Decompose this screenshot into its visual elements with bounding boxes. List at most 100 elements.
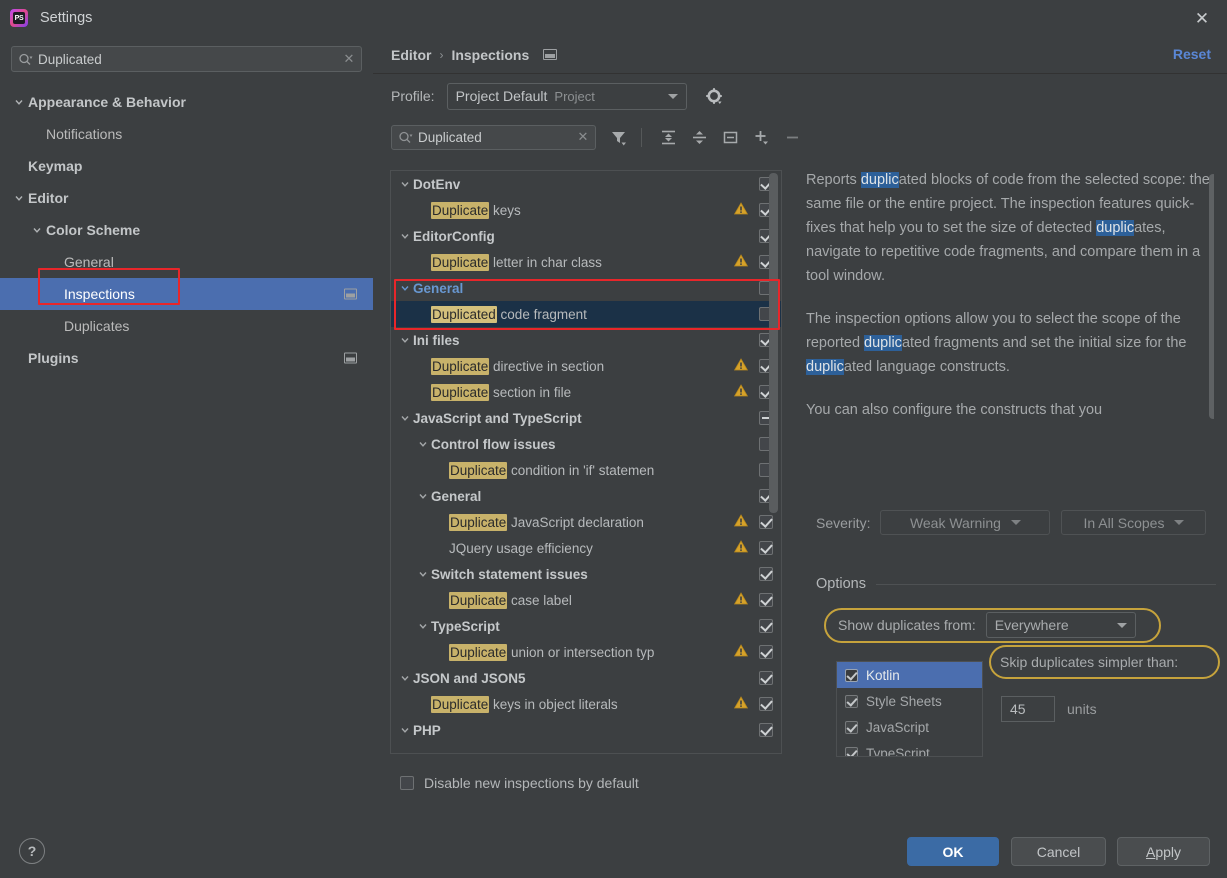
profile-scope: Project [554, 88, 595, 104]
breadcrumb-root[interactable]: Editor [391, 47, 431, 63]
sidebar-item-keymap[interactable]: Keymap [0, 150, 373, 182]
chevron-down-icon[interactable] [397, 231, 413, 241]
language-item-typescript[interactable]: TypeScript [837, 740, 982, 756]
warning-icon [733, 644, 749, 660]
inspection-row-json-and-json5[interactable]: JSON and JSON5 [391, 665, 781, 691]
severity-scope-dropdown[interactable]: In All Scopes [1061, 510, 1207, 535]
inspection-checkbox[interactable] [759, 593, 773, 607]
inspection-row-general[interactable]: General [391, 275, 781, 301]
inspection-checkbox[interactable] [759, 515, 773, 529]
sidebar-item-appearance-behavior[interactable]: Appearance & Behavior [0, 86, 373, 118]
sidebar-item-inspections[interactable]: Inspections [0, 278, 373, 310]
inspection-checkbox[interactable] [759, 697, 773, 711]
sidebar-item-editor[interactable]: Editor [0, 182, 373, 214]
inspection-checkbox[interactable] [759, 671, 773, 685]
inspection-search-input[interactable]: Duplicated ✕ [391, 124, 596, 150]
window-mode-icon[interactable] [543, 49, 558, 60]
chevron-down-icon [1116, 623, 1127, 628]
disable-new-inspections-checkbox[interactable] [400, 776, 414, 790]
chevron-down-icon[interactable] [415, 569, 431, 579]
help-icon[interactable]: ? [19, 838, 45, 864]
cancel-button[interactable]: Cancel [1011, 837, 1106, 866]
inspection-row-general[interactable]: General [391, 483, 781, 509]
add-icon[interactable] [747, 124, 775, 150]
expand-all-icon[interactable] [654, 124, 682, 150]
inspection-row-duplicate-condition-in-if-statemen[interactable]: Duplicate condition in 'if' statemen [391, 457, 781, 483]
apply-button[interactable]: Apply [1117, 837, 1210, 866]
chevron-down-icon[interactable] [397, 179, 413, 189]
chevron-down-icon[interactable] [415, 491, 431, 501]
inspection-row-switch-statement-issues[interactable]: Switch statement issues [391, 561, 781, 587]
chevron-down-icon[interactable] [28, 225, 46, 235]
close-icon[interactable]: ✕ [1185, 4, 1219, 32]
ok-button[interactable]: OK [907, 837, 999, 866]
sidebar-item-general[interactable]: General [0, 246, 373, 278]
filter-icon[interactable] [604, 124, 632, 150]
profile-dropdown[interactable]: Project Default Project [446, 82, 687, 110]
clear-icon[interactable]: ✕ [337, 51, 361, 67]
inspection-row-javascript-and-typescript[interactable]: JavaScript and TypeScript [391, 405, 781, 431]
inspection-row-editorconfig[interactable]: EditorConfig [391, 223, 781, 249]
inspection-checkbox[interactable] [759, 645, 773, 659]
inspection-checkbox[interactable] [759, 541, 773, 555]
window-mode-icon[interactable] [344, 288, 357, 300]
chevron-down-icon[interactable] [397, 673, 413, 683]
inspection-tree[interactable]: DotEnv Duplicate keys EditorConfig Duplicat… [390, 170, 782, 754]
search-icon [12, 53, 38, 66]
skip-duplicates-input[interactable]: 45 [1001, 696, 1055, 722]
inspection-row-duplicate-letter-in-char-class[interactable]: Duplicate letter in char class [391, 249, 781, 275]
severity-dropdown[interactable]: Weak Warning [880, 510, 1051, 535]
inspection-checkbox[interactable] [759, 723, 773, 737]
language-checkbox[interactable] [845, 720, 858, 734]
inspection-row-duplicate-directive-in-section[interactable]: Duplicate directive in section [391, 353, 781, 379]
chevron-down-icon[interactable] [397, 283, 413, 293]
inspection-row-typescript[interactable]: TypeScript [391, 613, 781, 639]
language-item-kotlin[interactable]: Kotlin [837, 662, 982, 688]
title-bar: PS Settings ✕ [0, 0, 1227, 36]
inspection-row-duplicate-case-label[interactable]: Duplicate case label [391, 587, 781, 613]
language-checkbox[interactable] [845, 668, 858, 682]
inspection-row-jquery-usage-efficiency[interactable]: JQuery usage efficiency [391, 535, 781, 561]
reset-link[interactable]: Reset [1173, 46, 1211, 62]
inspection-tree-scrollbar[interactable] [769, 173, 778, 513]
language-item-javascript[interactable]: JavaScript [837, 714, 982, 740]
chevron-down-icon[interactable] [397, 413, 413, 423]
chevron-down-icon[interactable] [397, 335, 413, 345]
clear-icon[interactable]: ✕ [571, 129, 595, 145]
disable-new-inspections-row[interactable]: Disable new inspections by default [400, 775, 639, 791]
chevron-down-icon[interactable] [415, 439, 431, 449]
description-scrollbar[interactable] [1209, 174, 1214, 419]
language-checkbox[interactable] [845, 694, 858, 708]
inspection-row-duplicate-keys-in-object-literals[interactable]: Duplicate keys in object literals [391, 691, 781, 717]
inspection-row-php[interactable]: PHP [391, 717, 781, 743]
sidebar-item-notifications[interactable]: Notifications [0, 118, 373, 150]
remove-icon[interactable] [778, 124, 806, 150]
collapse-all-icon[interactable] [685, 124, 713, 150]
inspection-row-control-flow-issues[interactable]: Control flow issues [391, 431, 781, 457]
search-input[interactable]: Duplicated ✕ [11, 46, 362, 72]
group-by-icon[interactable] [716, 124, 744, 150]
inspection-row-duplicate-keys[interactable]: Duplicate keys [391, 197, 781, 223]
inspection-label: Duplicate section in file [431, 383, 572, 401]
inspection-row-ini-files[interactable]: Ini files [391, 327, 781, 353]
inspection-row-duplicated-code-fragment[interactable]: Duplicated code fragment [391, 301, 781, 327]
show-duplicates-dropdown[interactable]: Everywhere [985, 612, 1136, 638]
sidebar-item-color-scheme[interactable]: Color Scheme [0, 214, 373, 246]
language-item-style-sheets[interactable]: Style Sheets [837, 688, 982, 714]
language-list[interactable]: Kotlin Style Sheets JavaScript TypeScript [836, 661, 983, 757]
chevron-down-icon[interactable] [397, 725, 413, 735]
inspection-row-dotenv[interactable]: DotEnv [391, 171, 781, 197]
chevron-down-icon[interactable] [415, 621, 431, 631]
inspection-row-duplicate-union-or-intersection-typ[interactable]: Duplicate union or intersection typ [391, 639, 781, 665]
inspection-row-duplicate-javascript-declaration[interactable]: Duplicate JavaScript declaration [391, 509, 781, 535]
chevron-down-icon[interactable] [10, 97, 28, 107]
inspection-row-duplicate-section-in-file[interactable]: Duplicate section in file [391, 379, 781, 405]
language-checkbox[interactable] [845, 746, 858, 756]
gear-icon[interactable] [704, 85, 726, 107]
window-mode-icon[interactable] [344, 352, 357, 364]
inspection-checkbox[interactable] [759, 567, 773, 581]
inspection-checkbox[interactable] [759, 619, 773, 633]
sidebar-item-plugins[interactable]: Plugins [0, 342, 373, 374]
sidebar-item-duplicates[interactable]: Duplicates [0, 310, 373, 342]
chevron-down-icon[interactable] [10, 193, 28, 203]
